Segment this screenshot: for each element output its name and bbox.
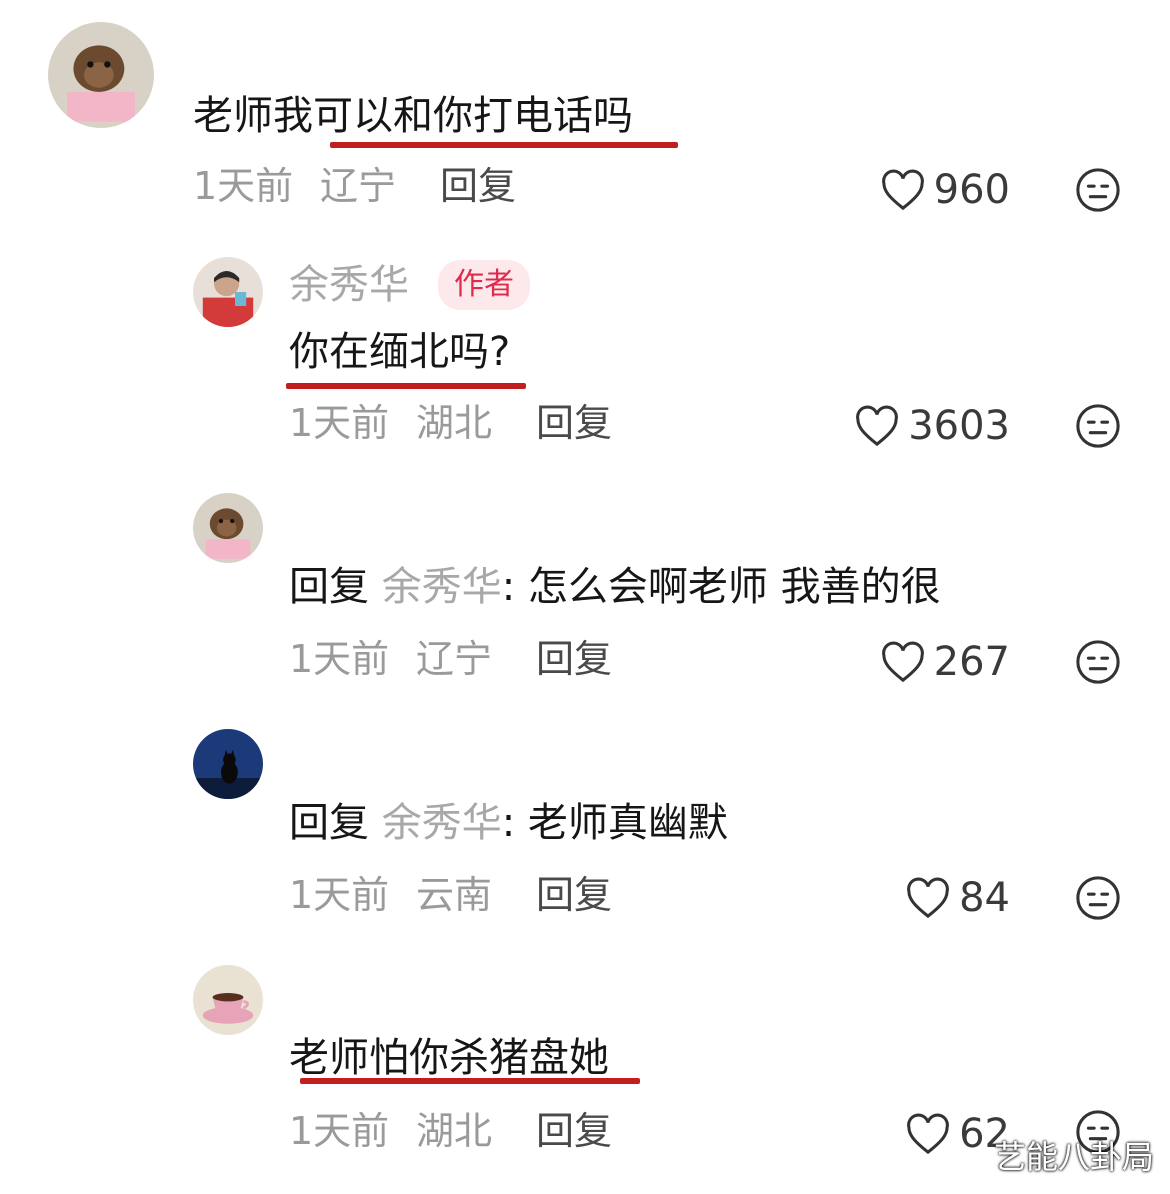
like-button[interactable]: 62 bbox=[810, 1109, 1010, 1159]
comment-location: 云南 bbox=[416, 873, 493, 917]
author-name[interactable]: 余秀华 bbox=[289, 261, 409, 309]
like-count: 960 bbox=[933, 167, 1010, 213]
heart-outline-icon bbox=[881, 641, 924, 683]
avatar-author[interactable] bbox=[193, 257, 263, 327]
like-button[interactable]: 267 bbox=[810, 637, 1010, 687]
comment-time: 1天前 bbox=[289, 1109, 390, 1153]
neutral-face-icon[interactable] bbox=[1075, 167, 1121, 213]
comment-text: 你在缅北吗? bbox=[289, 329, 511, 375]
comment-text: 老师我可以和你打电话吗 bbox=[193, 93, 633, 139]
comment-text: 老师怕你杀猪盘她 bbox=[289, 1035, 609, 1081]
avatar-teacup[interactable] bbox=[193, 965, 263, 1035]
comment-time: 1天前 bbox=[289, 873, 390, 917]
reply-button[interactable]: 回复 bbox=[536, 872, 612, 918]
reply-prefix: 回复 bbox=[289, 800, 369, 846]
avatar-dog[interactable] bbox=[48, 22, 154, 128]
reply-to-name[interactable]: 余秀华 bbox=[382, 800, 502, 846]
comment-time: 1天前 bbox=[193, 164, 294, 208]
reply-line: 回复 余秀华: 怎么会啊老师 我善的很 bbox=[289, 563, 941, 611]
comment-location: 辽宁 bbox=[320, 164, 397, 208]
comment-location: 湖北 bbox=[416, 1109, 493, 1153]
comment-time: 1天前 bbox=[289, 401, 390, 445]
heart-outline-icon bbox=[856, 405, 899, 447]
neutral-face-icon[interactable] bbox=[1075, 403, 1121, 449]
highlight-underline bbox=[330, 142, 678, 148]
highlight-underline bbox=[286, 383, 526, 389]
comment-time: 1天前 bbox=[289, 637, 390, 681]
heart-outline-icon bbox=[907, 877, 949, 919]
highlight-underline bbox=[300, 1078, 640, 1084]
reply-button[interactable]: 回复 bbox=[536, 636, 612, 682]
like-count: 84 bbox=[959, 875, 1010, 921]
neutral-face-icon[interactable] bbox=[1075, 875, 1121, 921]
comment-location: 湖北 bbox=[416, 401, 493, 445]
author-badge: 作者 bbox=[438, 260, 530, 310]
like-count: 267 bbox=[933, 639, 1010, 685]
avatar-cat[interactable] bbox=[193, 729, 263, 799]
reply-to-name[interactable]: 余秀华 bbox=[382, 564, 502, 610]
like-button[interactable]: 3603 bbox=[810, 401, 1010, 451]
reply-prefix: 回复 bbox=[289, 564, 369, 610]
neutral-face-icon[interactable] bbox=[1075, 639, 1121, 685]
avatar-dog[interactable] bbox=[193, 493, 263, 563]
reply-line: 回复 余秀华: 老师真幽默 bbox=[289, 799, 728, 847]
reply-button[interactable]: 回复 bbox=[440, 163, 516, 209]
reply-button[interactable]: 回复 bbox=[536, 400, 612, 446]
heart-outline-icon bbox=[907, 1113, 949, 1155]
comment-location: 辽宁 bbox=[416, 637, 493, 681]
heart-outline-icon bbox=[881, 169, 924, 211]
reply-button[interactable]: 回复 bbox=[536, 1108, 612, 1154]
like-button[interactable]: 960 bbox=[810, 165, 1010, 215]
comment-text: : 老师真幽默 bbox=[501, 800, 728, 846]
like-count: 3603 bbox=[908, 403, 1010, 449]
watermark: 艺能八卦局 bbox=[993, 1138, 1154, 1176]
comment-text: : 怎么会啊老师 我善的很 bbox=[501, 564, 941, 610]
like-button[interactable]: 84 bbox=[810, 873, 1010, 923]
